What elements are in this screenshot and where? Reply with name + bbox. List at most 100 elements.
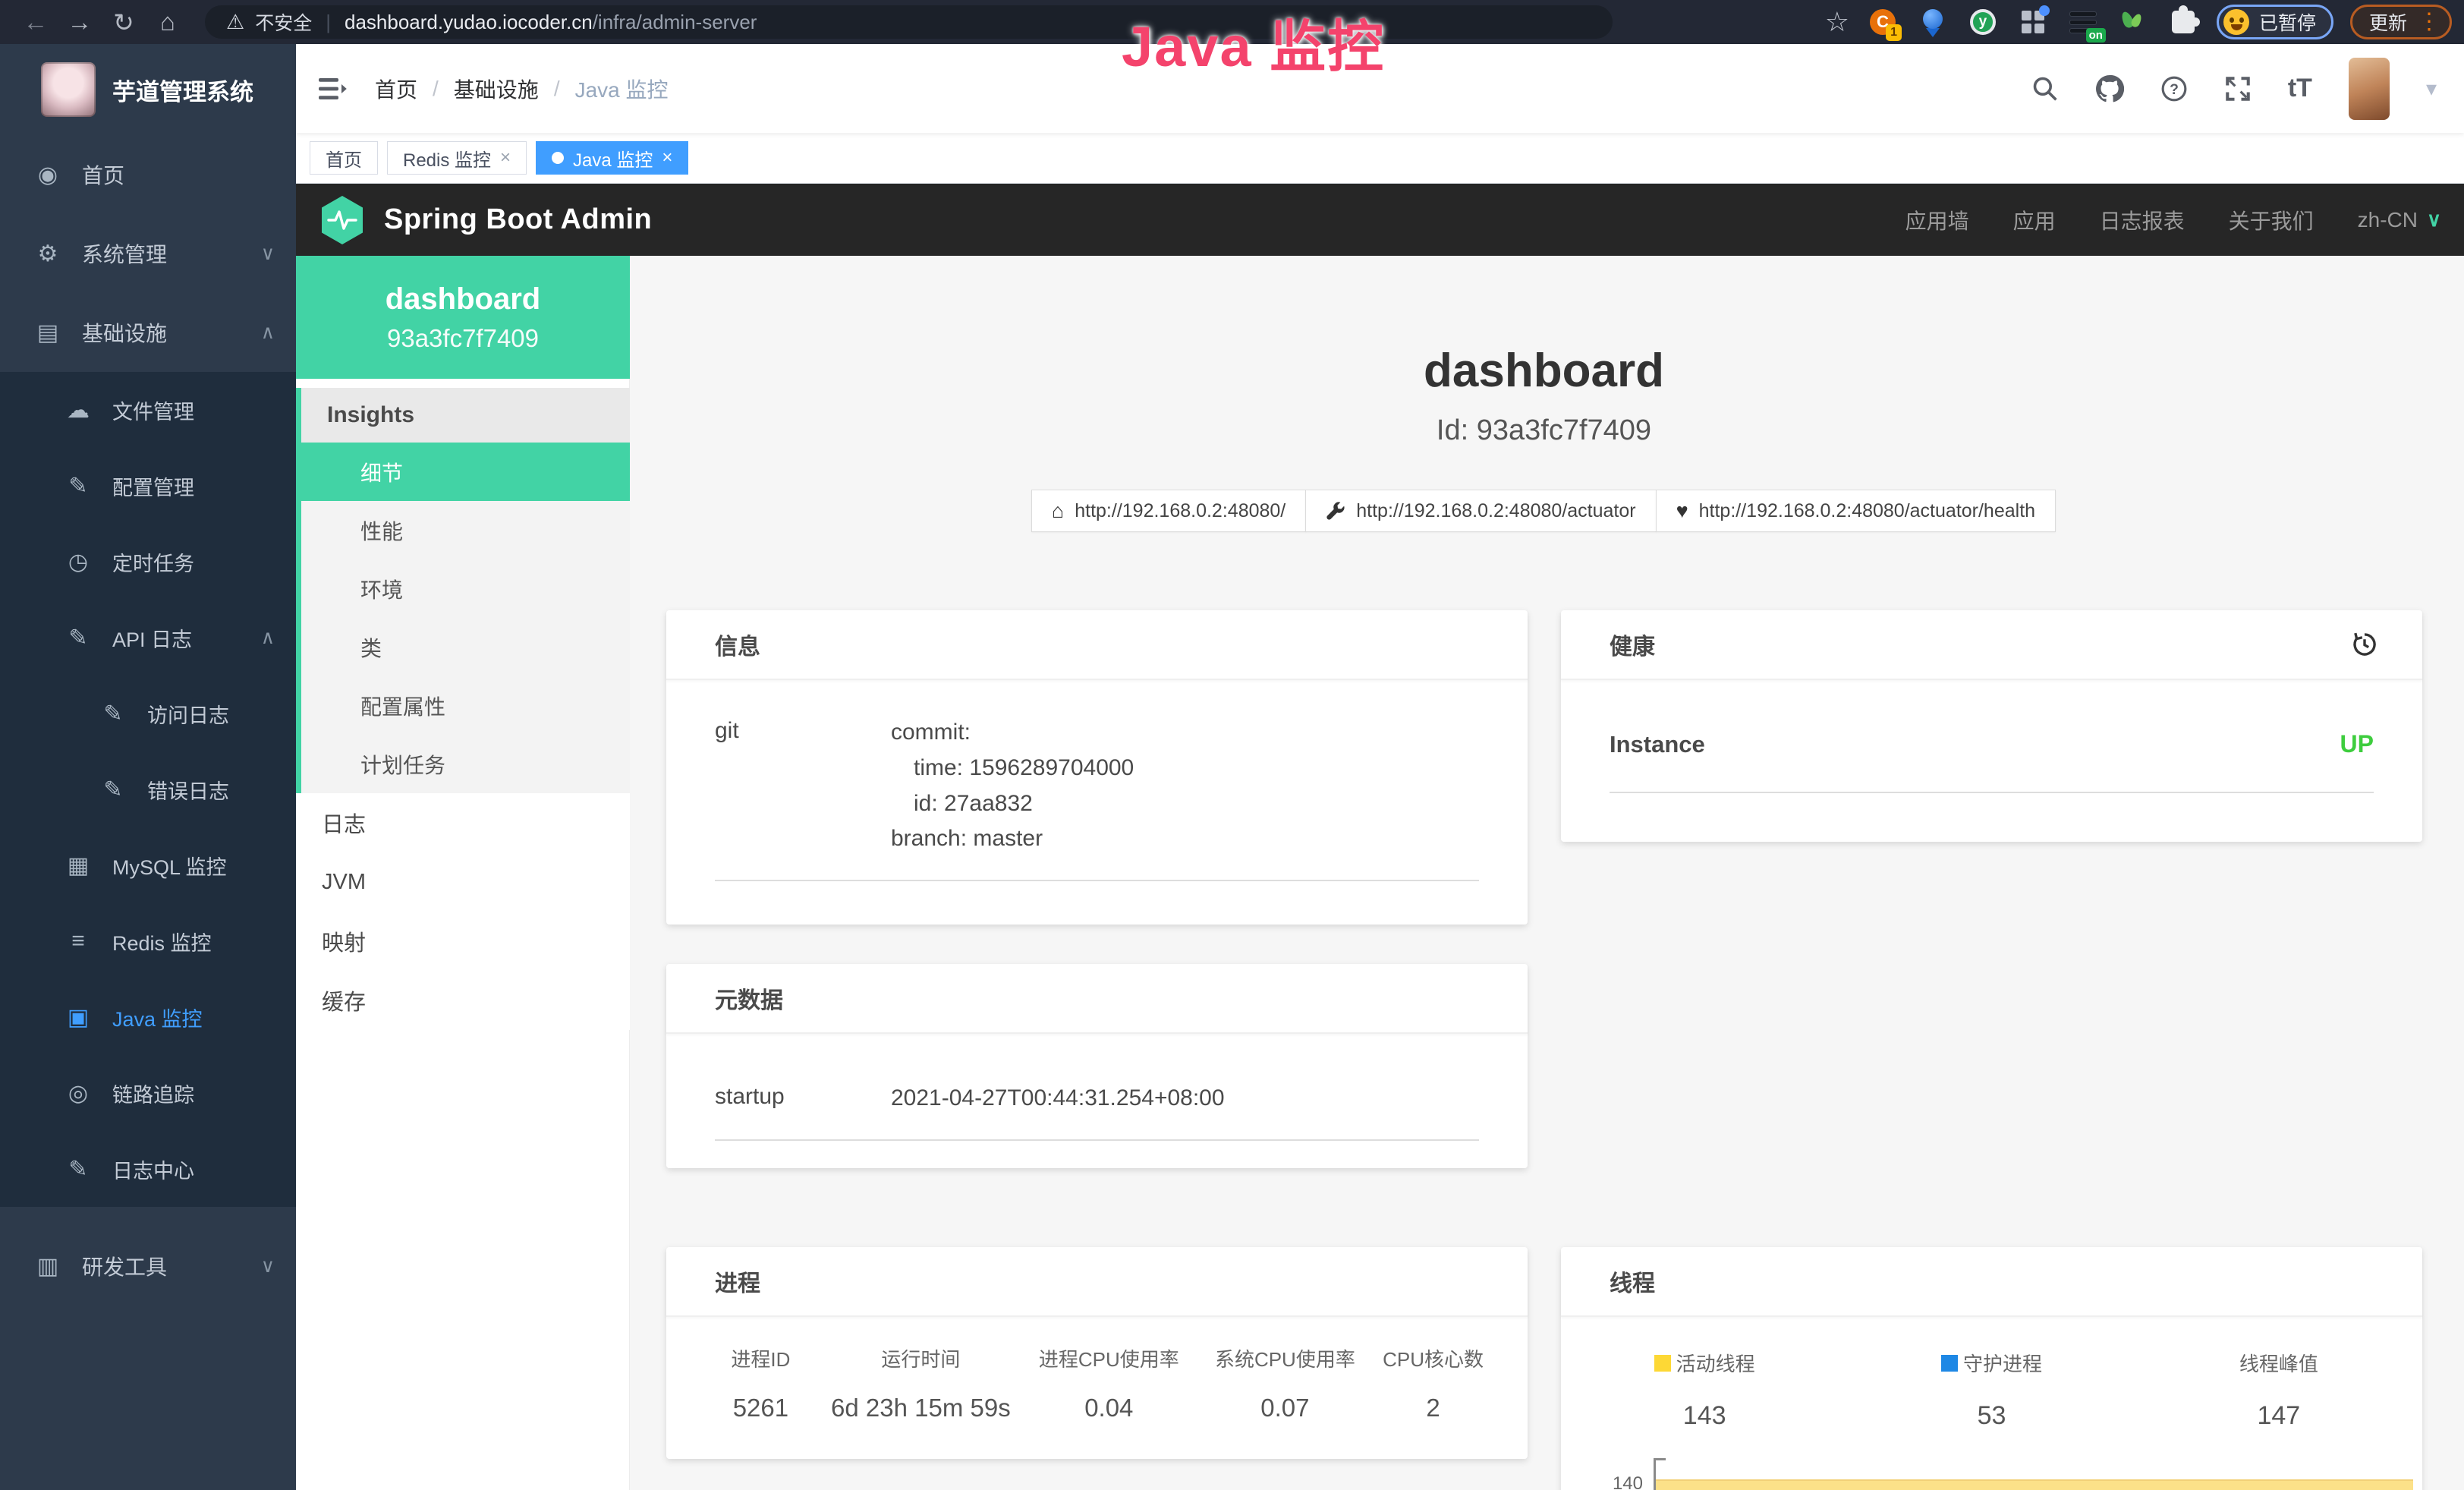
sidebar-item-file-management[interactable]: ☁ 文件管理 — [0, 372, 296, 448]
help-icon[interactable]: ? — [2160, 75, 2188, 102]
tag-close-icon[interactable]: × — [662, 147, 672, 169]
annotation-java-monitor: Java 监控 — [1122, 2, 1385, 83]
sidebar-item-log-center[interactable]: ✎ 日志中心 — [0, 1131, 296, 1207]
toolbox-icon: ▥ — [33, 1253, 62, 1280]
sba-nav-journal[interactable]: 日志报表 — [2100, 205, 2185, 235]
breadcrumb-home[interactable]: 首页 — [375, 74, 417, 104]
sidebar-item-trace[interactable]: ◎ 链路追踪 — [0, 1055, 296, 1131]
extensions-puzzle-icon[interactable] — [2167, 5, 2200, 39]
instance-health-url-button[interactable]: ♥ http://192.168.0.2:48080/actuator/heal… — [1656, 490, 2056, 532]
git-time-line: time: 1596289704000 — [891, 751, 1134, 786]
threads-legend-row: 活动线程 143 守护进程 53 线程峰值 14 — [1561, 1317, 2422, 1431]
sba-side-item-config-props[interactable]: 配置属性 — [301, 676, 630, 735]
sidebar-item-home[interactable]: ◉ 首页 — [0, 135, 296, 214]
address-divider: | — [326, 11, 331, 34]
browser-forward-icon[interactable]: → — [58, 8, 102, 36]
tag-home[interactable]: 首页 — [310, 141, 378, 175]
sba-side-item-details[interactable]: 细节 — [301, 443, 630, 501]
user-avatar[interactable] — [2349, 58, 2390, 120]
chevron-up-icon: ∧ — [261, 626, 275, 649]
sidebar-item-mysql-monitor[interactable]: ▦ MySQL 监控 — [0, 827, 296, 903]
app-logo-avatar — [41, 62, 96, 117]
browser-update-button[interactable]: 更新 ⋮ — [2350, 5, 2452, 39]
extension-grid-icon[interactable] — [2016, 5, 2050, 39]
fullscreen-icon[interactable] — [2224, 75, 2252, 102]
extension-badge: 1 — [1886, 24, 1902, 41]
app-logo-row[interactable]: 芋道管理系统 — [0, 44, 296, 135]
edit-icon: ✎ — [99, 701, 127, 727]
browser-reload-icon[interactable]: ↻ — [102, 8, 146, 37]
sba-side-item-logs[interactable]: 日志 — [296, 793, 630, 852]
extension-colorzilla-icon[interactable]: C 1 — [1866, 5, 1899, 39]
monitor-icon: ▣ — [64, 1004, 93, 1031]
sba-side-item-metrics[interactable]: 性能 — [301, 501, 630, 559]
sidebar-item-api-logs[interactable]: ✎ API 日志 ∧ — [0, 600, 296, 676]
sba-side-item-mappings[interactable]: 映射 — [296, 912, 630, 971]
browser-profile-chip[interactable]: 已暂停 — [2217, 5, 2333, 39]
legend-label: 活动线程 — [1676, 1349, 1755, 1377]
tag-close-icon[interactable]: × — [500, 147, 511, 169]
url-host: dashboard.yudao.iocoder.cn — [345, 11, 593, 34]
sba-locale-select[interactable]: zh-CN ∨ — [2358, 208, 2441, 232]
extension-pin-icon[interactable] — [1916, 5, 1949, 39]
tag-java-monitor[interactable]: Java 监控 × — [536, 141, 688, 175]
sidebar-item-system-management[interactable]: ⚙ 系统管理 ∨ — [0, 214, 296, 293]
monitor-chart-icon: ▤ — [33, 320, 62, 346]
val-cpu-cores: 2 — [1369, 1394, 1497, 1422]
instance-actuator-url-button[interactable]: http://192.168.0.2:48080/actuator — [1305, 490, 1656, 532]
url-path: /infra/admin-server — [593, 11, 757, 34]
profile-status-label: 已暂停 — [2259, 8, 2316, 36]
extension-list-on-icon[interactable]: on — [2066, 5, 2100, 39]
history-icon[interactable] — [2351, 631, 2378, 658]
font-size-icon[interactable]: tT — [2288, 74, 2312, 103]
col-system-cpu: 系统CPU使用率 — [1201, 1344, 1370, 1372]
legend-label: 线程峰值 — [2239, 1349, 2318, 1377]
sba-side-item-environment[interactable]: 环境 — [301, 559, 630, 618]
sidebar-item-dev-tools[interactable]: ▥ 研发工具 ∨ — [0, 1227, 296, 1306]
avatar-caret-down-icon[interactable]: ▾ — [2426, 76, 2437, 101]
breadcrumb-infrastructure[interactable]: 基础设施 — [454, 74, 539, 104]
sidebar-item-redis-monitor[interactable]: ≡ Redis 监控 — [0, 903, 296, 979]
sba-side-item-scheduled-tasks[interactable]: 计划任务 — [301, 735, 630, 793]
search-icon[interactable] — [2031, 75, 2059, 102]
tag-label: Redis 监控 — [403, 145, 491, 172]
sba-side-item-jvm[interactable]: JVM — [296, 852, 630, 912]
layers-icon: ≡ — [64, 928, 93, 954]
sba-nav-about[interactable]: 关于我们 — [2229, 205, 2314, 235]
sidebar-item-java-monitor[interactable]: ▣ Java 监控 — [0, 979, 296, 1055]
sidebar-item-config-management[interactable]: ✎ 配置管理 — [0, 448, 296, 524]
home-icon: ⌂ — [1052, 499, 1064, 523]
extension-green-y-icon[interactable]: y — [1966, 5, 2000, 39]
sba-side-item-classes[interactable]: 类 — [301, 618, 630, 676]
tag-redis-monitor[interactable]: Redis 监控 × — [387, 141, 527, 175]
github-icon[interactable] — [2095, 74, 2124, 103]
extension-plant-icon[interactable] — [2116, 5, 2150, 39]
peak-threads-value: 147 — [2135, 1401, 2422, 1431]
edit-icon: ✎ — [64, 473, 93, 499]
sba-side-item-caches[interactable]: 缓存 — [296, 971, 630, 1030]
sidebar-item-scheduled-tasks[interactable]: ◷ 定时任务 — [0, 524, 296, 600]
browser-back-icon[interactable]: ← — [14, 8, 58, 36]
clock-icon: ◷ — [64, 549, 93, 575]
eye-icon: ◎ — [64, 1080, 93, 1107]
hamburger-icon[interactable] — [317, 76, 348, 102]
tag-label: 首页 — [326, 145, 362, 172]
instance-base-url-button[interactable]: ⌂ http://192.168.0.2:48080/ — [1031, 490, 1306, 532]
browser-menu-kebab-icon[interactable]: ⋮ — [2418, 11, 2440, 33]
sba-instance-box[interactable]: dashboard 93a3fc7f7409 — [296, 256, 630, 379]
sidebar-item-access-logs[interactable]: ✎ 访问日志 — [0, 676, 296, 751]
process-card-title: 进程 — [666, 1247, 1528, 1317]
sidebar-item-label: 日志中心 — [112, 1155, 194, 1184]
sidebar-item-infrastructure[interactable]: ▤ 基础设施 ∧ — [0, 293, 296, 372]
browser-home-icon[interactable]: ⌂ — [146, 8, 190, 36]
page-title: dashboard — [666, 344, 2422, 398]
sidebar-item-error-logs[interactable]: ✎ 错误日志 — [0, 751, 296, 827]
ytick: 140 — [1613, 1466, 1643, 1490]
sidebar-item-label: Java 监控 — [112, 1003, 203, 1032]
health-card-title: 健康 — [1610, 628, 1655, 661]
sidebar-item-label: 研发工具 — [82, 1251, 167, 1281]
sba-nav-applications[interactable]: 应用 — [2013, 205, 2056, 235]
address-bar[interactable]: ⚠ 不安全 | dashboard.yudao.iocoder.cn/infra… — [205, 5, 1613, 39]
bookmark-star-icon[interactable]: ☆ — [1825, 6, 1849, 38]
sba-nav-wallboard[interactable]: 应用墙 — [1905, 205, 1969, 235]
